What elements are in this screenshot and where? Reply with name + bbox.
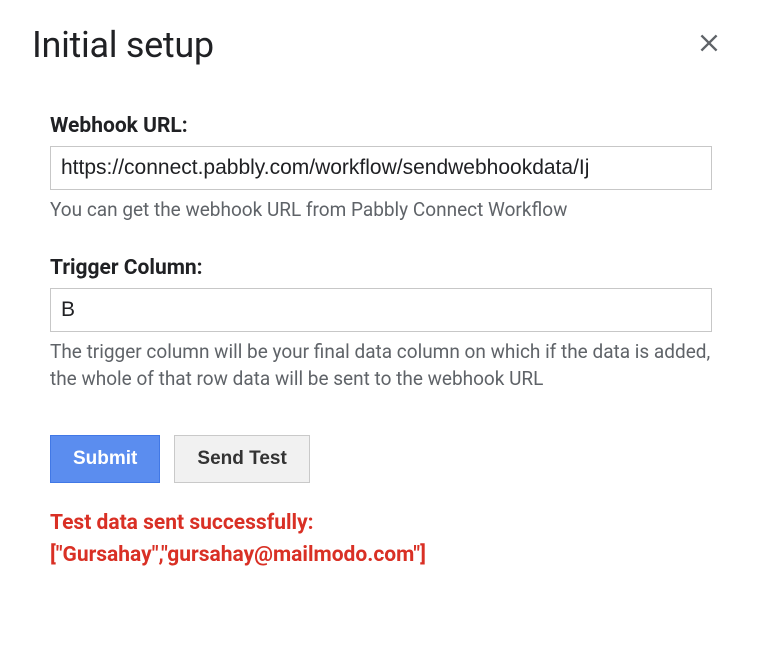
trigger-column-input[interactable] bbox=[50, 288, 712, 332]
status-line-2: ["Gursahay","gursahay@mailmodo.com"] bbox=[50, 539, 712, 572]
webhook-url-group: Webhook URL: You can get the webhook URL… bbox=[50, 114, 712, 224]
button-row: Submit Send Test bbox=[50, 435, 712, 483]
form-body: Webhook URL: You can get the webhook URL… bbox=[32, 114, 730, 572]
submit-button[interactable]: Submit bbox=[50, 435, 160, 483]
trigger-column-help: The trigger column will be your final da… bbox=[50, 338, 712, 393]
dialog-header: Initial setup bbox=[32, 24, 730, 66]
send-test-button[interactable]: Send Test bbox=[174, 435, 309, 483]
status-line-1: Test data sent successfully: bbox=[50, 507, 712, 540]
trigger-column-label: Trigger Column: bbox=[50, 256, 712, 280]
status-message: Test data sent successfully: ["Gursahay"… bbox=[50, 507, 712, 572]
webhook-url-help: You can get the webhook URL from Pabbly … bbox=[50, 196, 712, 224]
webhook-url-label: Webhook URL: bbox=[50, 114, 712, 138]
webhook-url-input[interactable] bbox=[50, 146, 712, 190]
close-button[interactable] bbox=[688, 26, 730, 65]
dialog-title: Initial setup bbox=[32, 24, 214, 66]
trigger-column-group: Trigger Column: The trigger column will … bbox=[50, 256, 712, 393]
close-icon bbox=[696, 30, 722, 56]
